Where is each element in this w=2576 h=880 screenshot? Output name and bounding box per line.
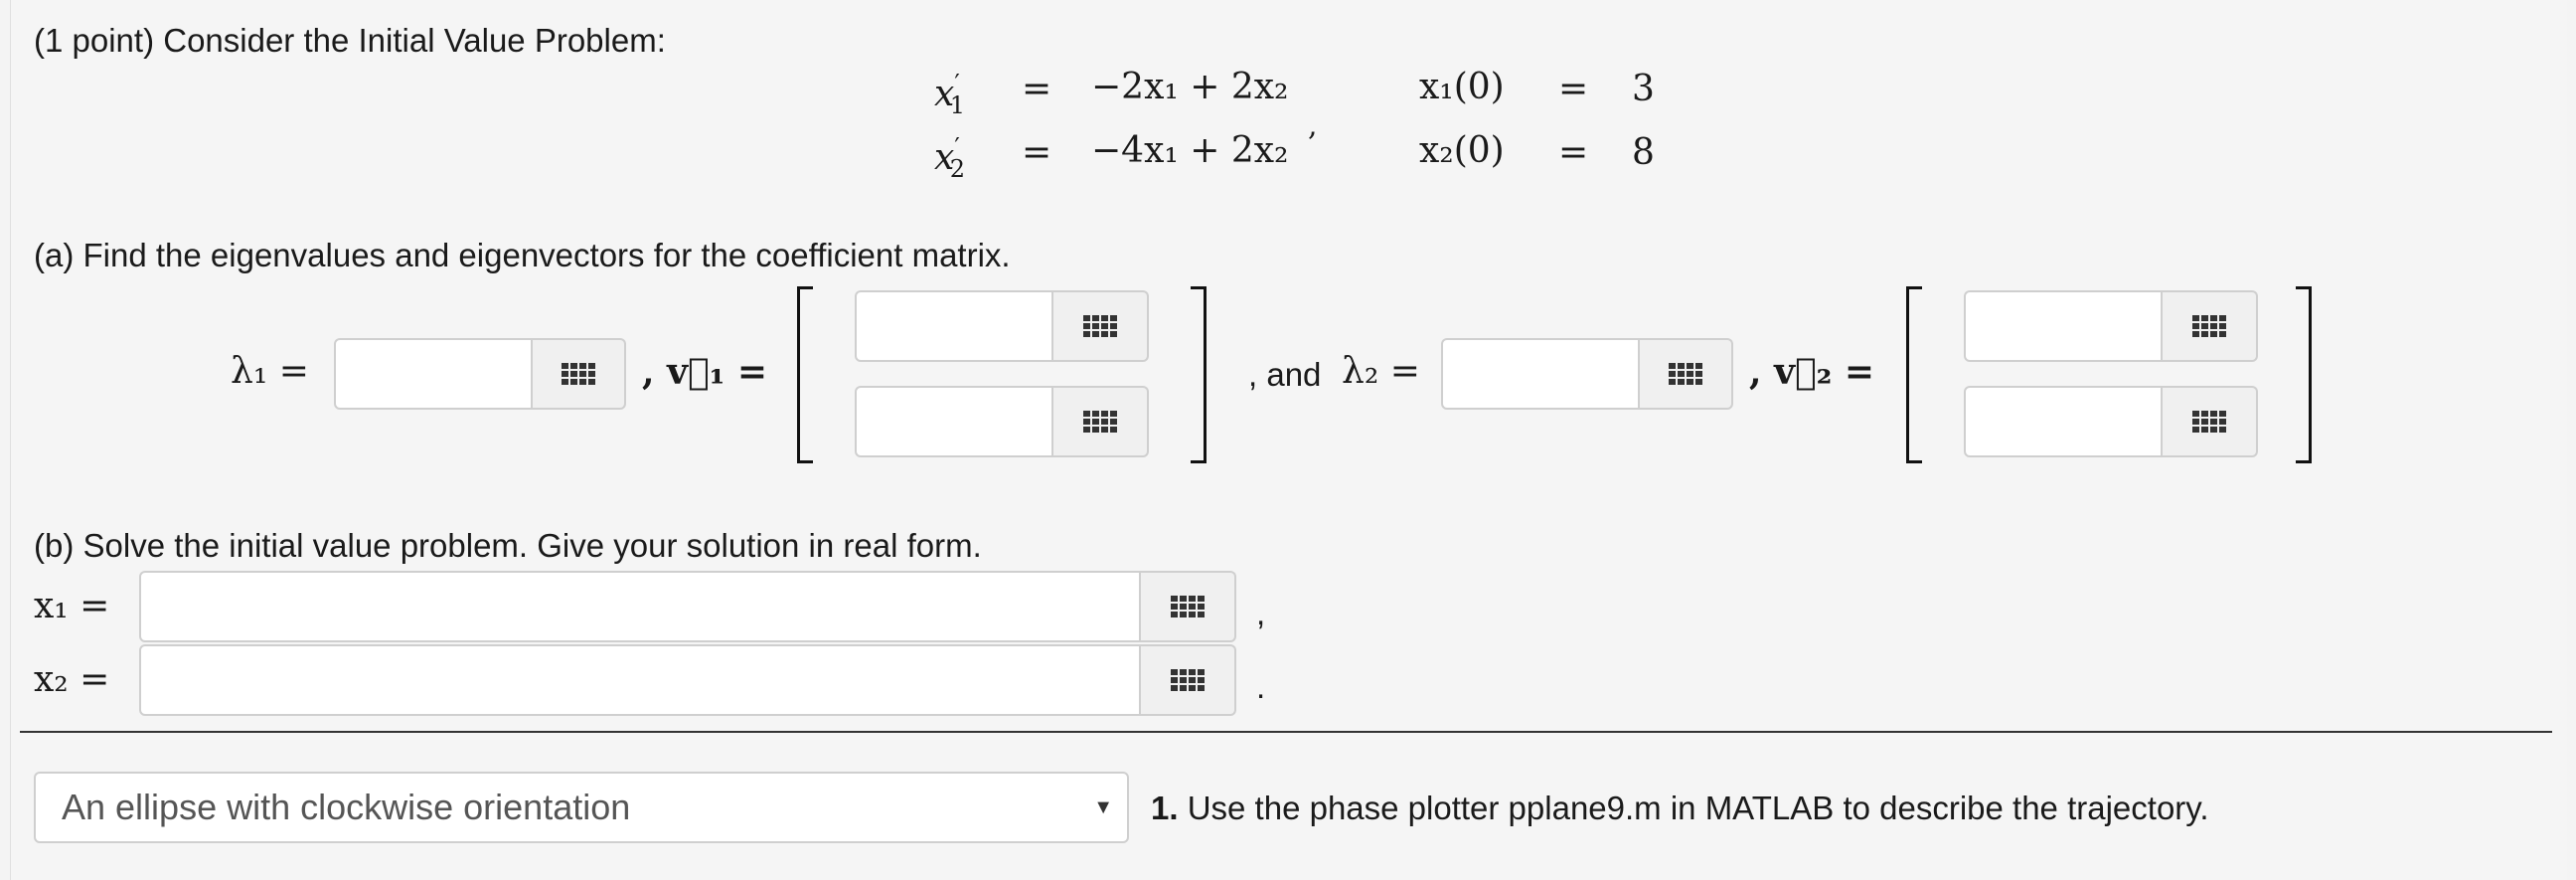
and-text: , and bbox=[1248, 356, 1322, 393]
equation-palette-icon bbox=[2192, 315, 2226, 337]
points-label: (1 point) bbox=[34, 22, 155, 59]
ic1-equals: = bbox=[1558, 69, 1589, 109]
lambda2-label: λ₂ = bbox=[1342, 351, 1420, 392]
v1-component2-input[interactable] bbox=[855, 386, 1053, 457]
v1-label: , v⃗₁ = bbox=[642, 351, 768, 393]
lambda1-label: λ₁ = bbox=[231, 351, 309, 392]
v2-right-bracket bbox=[2296, 286, 2312, 463]
lambda1-input[interactable] bbox=[334, 338, 533, 410]
eq2-lhs: x′2 bbox=[934, 133, 966, 183]
x2-label: x₂ = bbox=[34, 659, 110, 700]
v2-component1-palette-button[interactable] bbox=[2163, 290, 2258, 362]
question1-number: 1. bbox=[1151, 790, 1179, 826]
v1-component1-palette-button[interactable] bbox=[1053, 290, 1149, 362]
system-comma: , bbox=[1308, 108, 1318, 143]
equation-palette-icon bbox=[562, 363, 595, 385]
equation-palette-icon bbox=[1669, 363, 1702, 385]
v1-component1-input[interactable] bbox=[855, 290, 1053, 362]
equation-palette-icon bbox=[1083, 411, 1117, 433]
v2-component1-input[interactable] bbox=[1964, 290, 2163, 362]
intro-text: Consider the Initial Value Problem: bbox=[154, 22, 666, 59]
v2-component2-input[interactable] bbox=[1964, 386, 2163, 457]
lambda2-palette-button[interactable] bbox=[1640, 338, 1733, 410]
eq1-equals: = bbox=[1022, 69, 1052, 109]
chevron-down-icon: ▼ bbox=[1093, 795, 1113, 818]
lambda2-input[interactable] bbox=[1441, 338, 1640, 410]
x2-solution-input[interactable] bbox=[139, 644, 1141, 716]
question1-instruction: Use the phase plotter pplane9.m in MATLA… bbox=[1178, 790, 2209, 826]
x2-period: . bbox=[1256, 668, 1266, 705]
trajectory-select[interactable]: An ellipse with clockwise orientation ▼ bbox=[34, 772, 1129, 843]
x1-palette-button[interactable] bbox=[1141, 571, 1236, 642]
ic2-equals: = bbox=[1558, 132, 1589, 173]
x1-label: x₁ = bbox=[34, 586, 110, 626]
v1-right-bracket bbox=[1191, 286, 1207, 463]
problem-header: (1 point) Consider the Initial Value Pro… bbox=[34, 24, 666, 57]
v1-component2-palette-button[interactable] bbox=[1053, 386, 1149, 457]
part-a-prompt: (a) Find the eigenvalues and eigenvector… bbox=[34, 237, 1011, 273]
equation-palette-icon bbox=[1171, 669, 1205, 691]
eq2-equals: = bbox=[1022, 132, 1052, 173]
x2-palette-button[interactable] bbox=[1141, 644, 1236, 716]
v1-left-bracket bbox=[797, 286, 813, 463]
v2-component2-palette-button[interactable] bbox=[2163, 386, 2258, 457]
equation-palette-icon bbox=[2192, 411, 2226, 433]
lambda1-palette-button[interactable] bbox=[533, 338, 626, 410]
ic2-lhs: x₂(0) bbox=[1419, 130, 1505, 171]
ic1-lhs: x₁(0) bbox=[1419, 67, 1505, 107]
section-divider bbox=[20, 731, 2552, 733]
equation-palette-icon bbox=[1171, 596, 1205, 617]
eq1-lhs: x′1 bbox=[934, 70, 966, 119]
question1-text: 1. Use the phase plotter pplane9.m in MA… bbox=[1151, 792, 2209, 824]
v2-left-bracket bbox=[1906, 286, 1922, 463]
v2-label: , v⃗₂ = bbox=[1749, 351, 1875, 393]
ic2-value: 8 bbox=[1632, 132, 1655, 173]
ic1-value: 3 bbox=[1632, 69, 1655, 109]
eq1-rhs: −2x₁ + 2x₂ bbox=[1091, 67, 1289, 107]
part-b-prompt: (b) Solve the initial value problem. Giv… bbox=[34, 527, 982, 564]
trajectory-select-value: An ellipse with clockwise orientation bbox=[62, 787, 631, 827]
eq2-rhs: −4x₁ + 2x₂ bbox=[1091, 130, 1289, 171]
x1-solution-input[interactable] bbox=[139, 571, 1141, 642]
equation-palette-icon bbox=[1083, 315, 1117, 337]
x1-comma: , bbox=[1256, 595, 1266, 631]
